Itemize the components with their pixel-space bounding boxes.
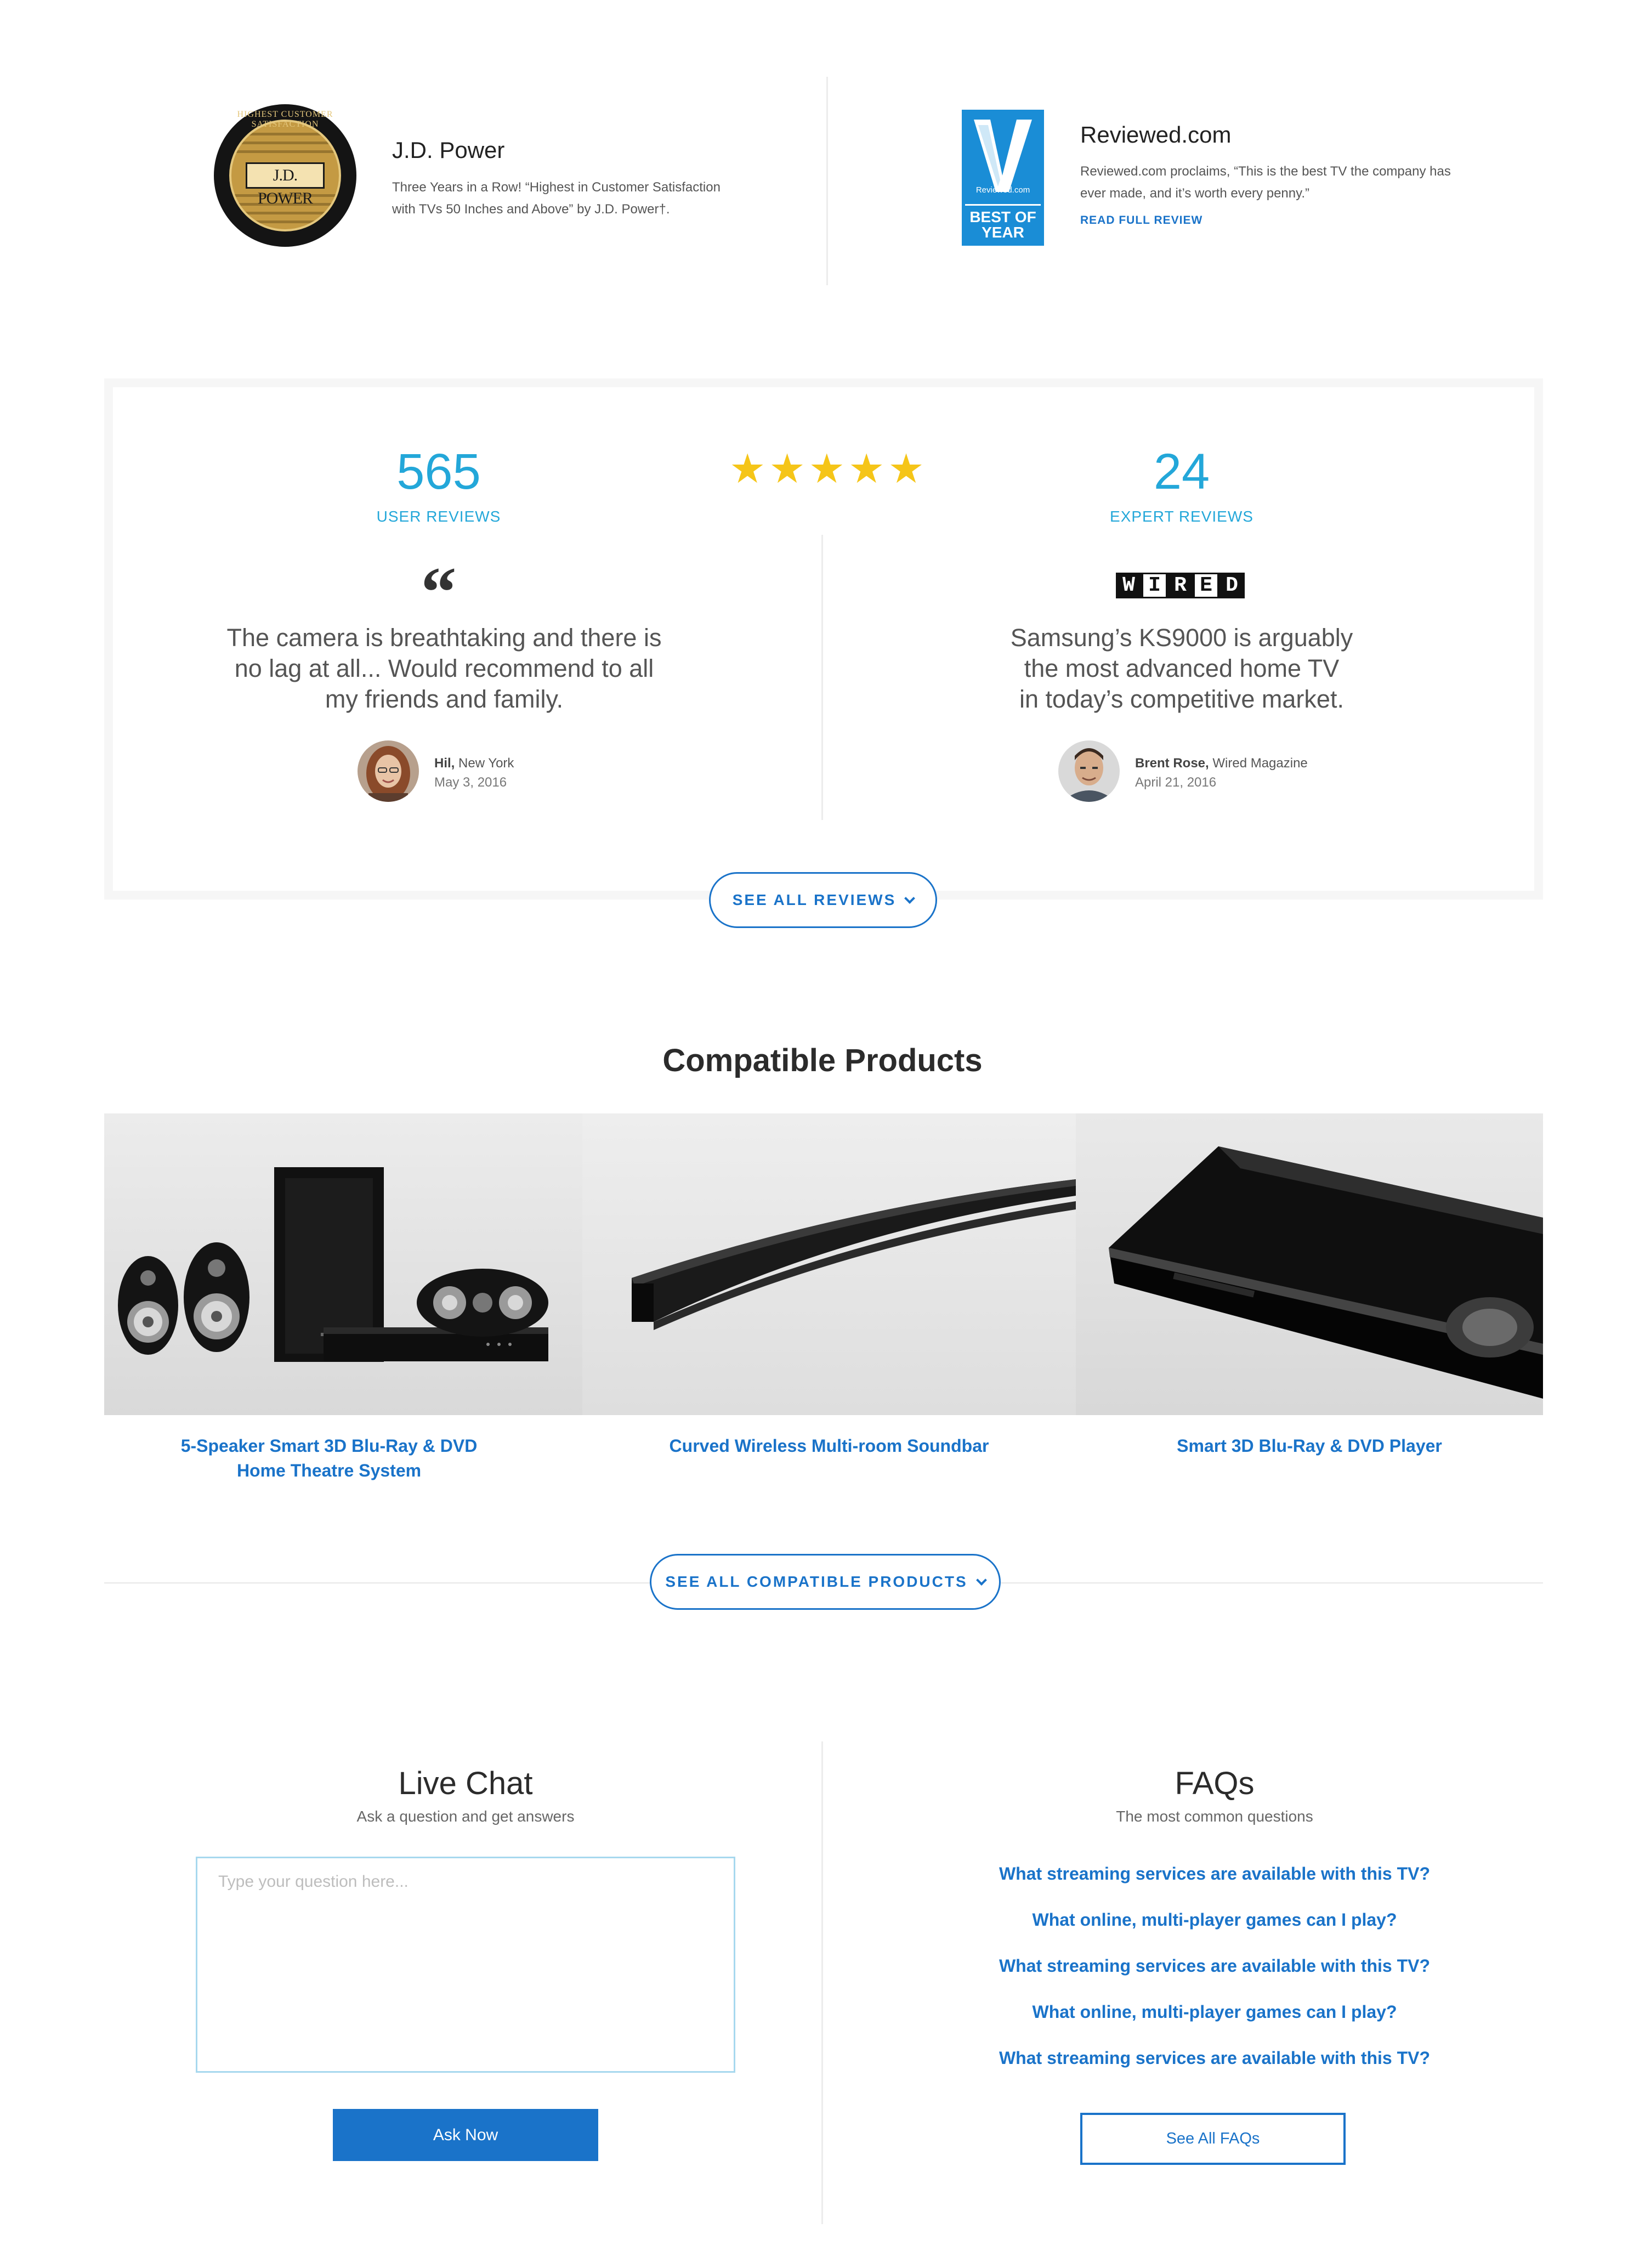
- expert-reviewer-name: Brent Rose,: [1135, 756, 1209, 771]
- product-name-soundbar[interactable]: Curved Wireless Multi-room Soundbar: [582, 1434, 1076, 1458]
- jd-power-text-line-1: Three Years in a Row! “Highest in Custom…: [392, 180, 721, 195]
- reviewed-logo-badge: BEST OF YEAR: [962, 210, 1044, 240]
- reviewed-logo-brand: Reviewed.com: [975, 185, 1030, 195]
- wired-logo-letter: I: [1142, 573, 1167, 598]
- product-name-line-1: 5-Speaker Smart 3D Blu-Ray & DVD: [180, 1436, 478, 1456]
- ask-now-button[interactable]: Ask Now: [333, 2109, 598, 2161]
- reviews-divider: [821, 535, 823, 820]
- bluray-player-image[interactable]: [1076, 1113, 1543, 1415]
- user-avatar: [358, 740, 419, 802]
- expert-quote-line-2: the most advanced home TV: [1024, 654, 1340, 682]
- jd-power-text-line-2: with TVs 50 Inches and Above” by J.D. Po…: [392, 202, 670, 217]
- read-full-review-link[interactable]: READ FULL REVIEW: [1080, 214, 1202, 227]
- user-review-count: 565: [396, 444, 481, 500]
- user-reviewer: Hil, New York: [434, 756, 514, 771]
- user-reviewer-location: New York: [458, 756, 514, 771]
- chevron-down-icon: [975, 1575, 987, 1586]
- user-reviews-label: USER REVIEWS: [376, 508, 501, 525]
- jd-power-logo-arc-text: HIGHEST CUSTOMER SATISFACTION: [237, 110, 333, 129]
- expert-avatar: [1058, 740, 1120, 802]
- reviewed-badge-line-1: BEST OF: [969, 208, 1036, 225]
- wired-logo-letter: R: [1167, 573, 1193, 598]
- faqs-title: FAQs: [1175, 1766, 1255, 1801]
- reviewed-logo-separator: [965, 204, 1041, 206]
- reviewed-text-line-1: Reviewed.com proclaims, “This is the bes…: [1080, 164, 1451, 179]
- reviewed-title: Reviewed.com: [1080, 122, 1232, 148]
- user-reviewer-name: Hil,: [434, 756, 455, 771]
- reviewed-badge-line-2: YEAR: [982, 224, 1024, 241]
- user-quote-line-3: my friends and family.: [325, 685, 564, 713]
- product-name-line-2: Home Theatre System: [236, 1461, 422, 1480]
- product-name-line-1: Smart 3D Blu-Ray & DVD Player: [1177, 1436, 1442, 1456]
- see-all-compatible-products-button[interactable]: SEE ALL COMPATIBLE PRODUCTS: [650, 1554, 1001, 1610]
- question-input[interactable]: [196, 1857, 735, 2073]
- soundbar-image[interactable]: [582, 1113, 1076, 1415]
- faq-item[interactable]: What streaming services are available wi…: [877, 1864, 1552, 1884]
- user-review-date: May 3, 2016: [434, 775, 507, 790]
- quote-icon: “: [421, 553, 457, 632]
- live-chat-subtitle: Ask a question and get answers: [356, 1808, 575, 1825]
- user-quote-line-1: The camera is breathtaking and there is: [226, 624, 662, 652]
- faqs-subtitle: The most common questions: [1116, 1808, 1313, 1825]
- expert-quote-line-1: Samsung’s KS9000 is arguably: [1010, 624, 1353, 652]
- wired-logo-letter: E: [1193, 573, 1219, 598]
- wired-logo-letter: D: [1219, 573, 1245, 598]
- product-name-home-theatre[interactable]: 5-Speaker Smart 3D Blu-Ray & DVD Home Th…: [104, 1434, 554, 1483]
- wired-logo: W I R E D: [1116, 573, 1245, 598]
- jd-power-title: J.D. Power: [392, 137, 505, 163]
- expert-review-count: 24: [1153, 444, 1210, 500]
- see-all-faqs-button[interactable]: See All FAQs: [1080, 2113, 1346, 2165]
- see-all-reviews-button[interactable]: SEE ALL REVIEWS: [709, 872, 937, 928]
- award-divider: [826, 77, 828, 285]
- live-chat-title: Live Chat: [398, 1766, 533, 1801]
- expert-reviewer: Brent Rose, Wired Magazine: [1135, 756, 1308, 771]
- expert-reviews-label: EXPERT REVIEWS: [1110, 508, 1253, 525]
- compatible-products-title: Compatible Products: [662, 1043, 983, 1078]
- chevron-down-icon: [904, 893, 916, 904]
- jd-power-logo-text: J.D. POWER: [246, 162, 325, 207]
- faq-item[interactable]: What streaming services are available wi…: [877, 1956, 1552, 1976]
- expert-quote: Samsung’s KS9000 is arguably the most ad…: [907, 623, 1456, 715]
- product-name-bluray-player[interactable]: Smart 3D Blu-Ray & DVD Player: [1076, 1434, 1543, 1458]
- faq-item[interactable]: What streaming services are available wi…: [877, 2048, 1552, 2068]
- wired-logo-letter: W: [1116, 573, 1142, 598]
- expert-quote-line-3: in today’s competitive market.: [1019, 685, 1344, 713]
- product-name-line-1: Curved Wireless Multi-room Soundbar: [669, 1436, 989, 1456]
- faq-item[interactable]: What online, multi-player games can I pl…: [877, 1910, 1552, 1930]
- home-theatre-image[interactable]: [104, 1113, 582, 1415]
- see-all-reviews-label: SEE ALL REVIEWS: [732, 891, 897, 908]
- expert-review-date: April 21, 2016: [1135, 775, 1217, 790]
- user-quote-line-2: no lag at all... Would recommend to all: [234, 654, 654, 682]
- user-quote: The camera is breathtaking and there is …: [170, 623, 718, 715]
- reviewed-text-line-2: ever made, and it’s worth every penny.”: [1080, 186, 1309, 201]
- see-all-compatible-label: SEE ALL COMPATIBLE PRODUCTS: [665, 1573, 968, 1590]
- support-divider: [821, 1741, 823, 2224]
- expert-reviewer-location: Wired Magazine: [1212, 756, 1308, 771]
- faq-item[interactable]: What online, multi-player games can I pl…: [877, 2002, 1552, 2022]
- rating-stars: ★★★★★: [729, 446, 928, 491]
